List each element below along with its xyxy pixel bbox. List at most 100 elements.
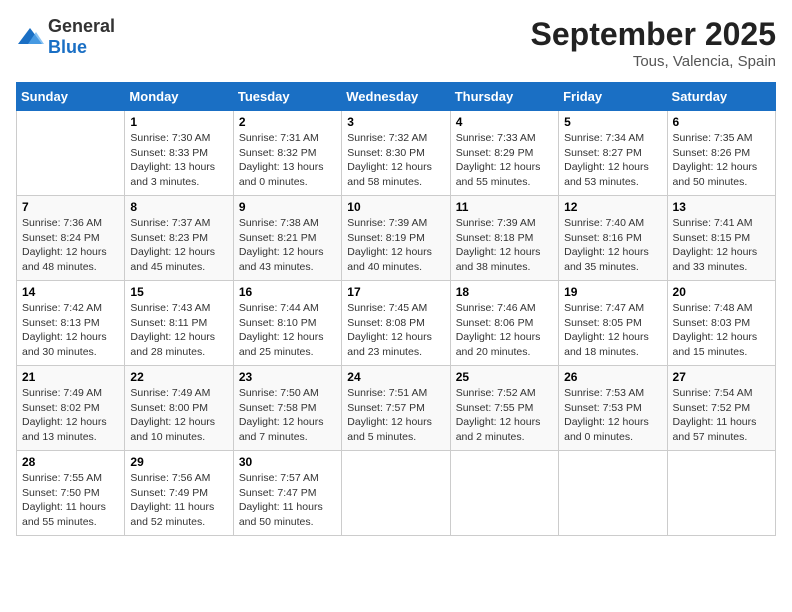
day-info-line: Sunset: 7:58 PM: [239, 402, 317, 414]
day-info-line: Sunrise: 7:46 AM: [456, 302, 536, 314]
day-info: Sunrise: 7:42 AMSunset: 8:13 PMDaylight:…: [22, 301, 119, 360]
day-info-line: and 40 minutes.: [347, 261, 422, 273]
day-number: 24: [347, 370, 444, 384]
day-info-line: and 3 minutes.: [130, 176, 199, 188]
calendar-subtitle: Tous, Valencia, Spain: [531, 53, 776, 70]
day-info: Sunrise: 7:54 AMSunset: 7:52 PMDaylight:…: [673, 386, 770, 445]
calendar-cell: [17, 111, 125, 196]
day-info-line: Sunrise: 7:36 AM: [22, 217, 102, 229]
day-info-line: and 10 minutes.: [130, 431, 205, 443]
day-info-line: Sunrise: 7:48 AM: [673, 302, 753, 314]
day-number: 5: [564, 115, 661, 129]
day-info-line: Sunset: 8:26 PM: [673, 147, 751, 159]
day-info-line: and 52 minutes.: [130, 516, 205, 528]
day-info: Sunrise: 7:43 AMSunset: 8:11 PMDaylight:…: [130, 301, 227, 360]
logo-blue: Blue: [48, 37, 87, 57]
day-info: Sunrise: 7:49 AMSunset: 8:02 PMDaylight:…: [22, 386, 119, 445]
day-info-line: and 38 minutes.: [456, 261, 531, 273]
day-info-line: Daylight: 12 hours: [130, 331, 215, 343]
day-info: Sunrise: 7:56 AMSunset: 7:49 PMDaylight:…: [130, 471, 227, 530]
day-number: 22: [130, 370, 227, 384]
day-info: Sunrise: 7:38 AMSunset: 8:21 PMDaylight:…: [239, 216, 336, 275]
day-info-line: and 45 minutes.: [130, 261, 205, 273]
day-info-line: Sunrise: 7:52 AM: [456, 387, 536, 399]
day-info: Sunrise: 7:51 AMSunset: 7:57 PMDaylight:…: [347, 386, 444, 445]
title-block: September 2025 Tous, Valencia, Spain: [531, 16, 776, 70]
day-info-line: Sunrise: 7:40 AM: [564, 217, 644, 229]
day-info-line: Daylight: 12 hours: [347, 331, 432, 343]
day-info: Sunrise: 7:44 AMSunset: 8:10 PMDaylight:…: [239, 301, 336, 360]
day-number: 11: [456, 200, 553, 214]
day-info-line: Sunrise: 7:41 AM: [673, 217, 753, 229]
day-info: Sunrise: 7:57 AMSunset: 7:47 PMDaylight:…: [239, 471, 336, 530]
day-info-line: Sunrise: 7:54 AM: [673, 387, 753, 399]
day-info-line: Sunset: 8:03 PM: [673, 317, 751, 329]
day-info-line: and 33 minutes.: [673, 261, 748, 273]
logo: General Blue: [16, 16, 115, 58]
day-info-line: and 25 minutes.: [239, 346, 314, 358]
day-info-line: Sunset: 8:06 PM: [456, 317, 534, 329]
day-info-line: Sunrise: 7:53 AM: [564, 387, 644, 399]
calendar-week-3: 14Sunrise: 7:42 AMSunset: 8:13 PMDayligh…: [17, 281, 776, 366]
day-number: 17: [347, 285, 444, 299]
day-info-line: Sunset: 8:33 PM: [130, 147, 208, 159]
day-number: 13: [673, 200, 770, 214]
calendar-cell: 7 Sunrise: 7:36 AMSunset: 8:24 PMDaylight…: [17, 196, 125, 281]
day-info-line: Daylight: 12 hours: [22, 416, 107, 428]
day-info-line: Sunrise: 7:47 AM: [564, 302, 644, 314]
day-info-line: Daylight: 12 hours: [456, 161, 541, 173]
calendar-cell: 3Sunrise: 7:32 AMSunset: 8:30 PMDaylight…: [342, 111, 450, 196]
day-info-line: Sunset: 7:47 PM: [239, 487, 317, 499]
day-info-line: Sunset: 7:55 PM: [456, 402, 534, 414]
day-info-line: Sunrise: 7:56 AM: [130, 472, 210, 484]
header-saturday: Saturday: [667, 83, 775, 111]
day-info: Sunrise: 7:36 AMSunset: 8:24 PMDaylight:…: [22, 216, 119, 275]
calendar-cell: 18Sunrise: 7:46 AMSunset: 8:06 PMDayligh…: [450, 281, 558, 366]
day-info-line: Sunrise: 7:44 AM: [239, 302, 319, 314]
calendar-cell: 16Sunrise: 7:44 AMSunset: 8:10 PMDayligh…: [233, 281, 341, 366]
header-sunday: Sunday: [17, 83, 125, 111]
day-info-line: and 20 minutes.: [456, 346, 531, 358]
day-info-line: and 48 minutes.: [22, 261, 97, 273]
day-number: 12: [564, 200, 661, 214]
day-info-line: Sunrise: 7:57 AM: [239, 472, 319, 484]
logo-icon: [16, 26, 44, 48]
calendar-cell: 20Sunrise: 7:48 AMSunset: 8:03 PMDayligh…: [667, 281, 775, 366]
calendar-cell: [667, 451, 775, 536]
day-number: 7: [22, 200, 119, 214]
day-number: 15: [130, 285, 227, 299]
day-info-line: Daylight: 13 hours: [130, 161, 215, 173]
day-info-line: Sunset: 8:00 PM: [130, 402, 208, 414]
day-info-line: Daylight: 11 hours: [130, 501, 214, 513]
calendar-week-5: 28Sunrise: 7:55 AMSunset: 7:50 PMDayligh…: [17, 451, 776, 536]
day-info-line: Sunset: 7:53 PM: [564, 402, 642, 414]
calendar-cell: 14Sunrise: 7:42 AMSunset: 8:13 PMDayligh…: [17, 281, 125, 366]
day-info-line: Daylight: 12 hours: [564, 246, 649, 258]
day-info-line: Sunset: 8:15 PM: [673, 232, 751, 244]
day-info-line: Sunset: 8:16 PM: [564, 232, 642, 244]
day-number: 16: [239, 285, 336, 299]
calendar-cell: 19Sunrise: 7:47 AMSunset: 8:05 PMDayligh…: [559, 281, 667, 366]
day-info: Sunrise: 7:52 AMSunset: 7:55 PMDaylight:…: [456, 386, 553, 445]
calendar-cell: [450, 451, 558, 536]
calendar-cell: 5Sunrise: 7:34 AMSunset: 8:27 PMDaylight…: [559, 111, 667, 196]
day-number: 26: [564, 370, 661, 384]
day-info-line: and 7 minutes.: [239, 431, 308, 443]
day-info-line: Sunset: 8:21 PM: [239, 232, 317, 244]
calendar-table: SundayMondayTuesdayWednesdayThursdayFrid…: [16, 82, 776, 536]
day-info-line: Daylight: 12 hours: [22, 331, 107, 343]
day-info-line: and 50 minutes.: [673, 176, 748, 188]
day-number: 9: [239, 200, 336, 214]
day-info-line: Daylight: 12 hours: [239, 246, 324, 258]
calendar-header: SundayMondayTuesdayWednesdayThursdayFrid…: [17, 83, 776, 111]
day-number: 19: [564, 285, 661, 299]
day-info-line: Sunset: 8:10 PM: [239, 317, 317, 329]
calendar-cell: [342, 451, 450, 536]
day-number: 8: [130, 200, 227, 214]
day-info-line: Sunrise: 7:49 AM: [130, 387, 210, 399]
day-info-line: and 15 minutes.: [673, 346, 748, 358]
day-number: 20: [673, 285, 770, 299]
day-number: 28: [22, 455, 119, 469]
day-info-line: Sunrise: 7:49 AM: [22, 387, 102, 399]
day-info-line: Sunset: 8:23 PM: [130, 232, 208, 244]
